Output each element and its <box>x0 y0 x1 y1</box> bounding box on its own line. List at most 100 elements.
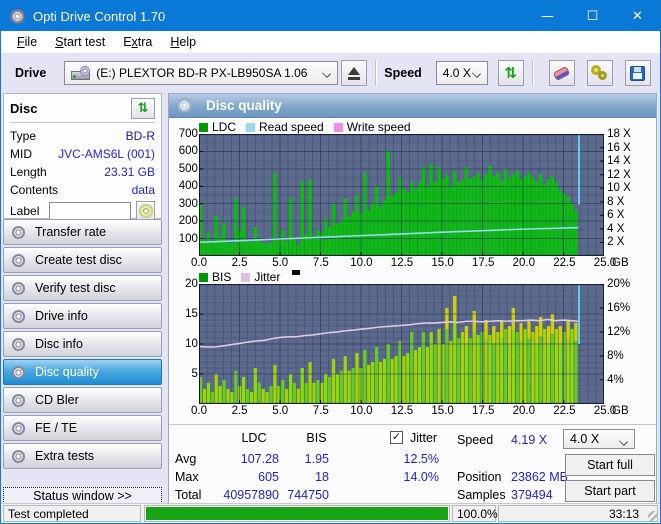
y-tick-label: 4% <box>607 374 624 386</box>
avg-ldc: 107.28 <box>209 452 279 466</box>
sidebar-item-disc-quality[interactable]: Disc quality <box>3 359 162 385</box>
start-full-button[interactable]: Start full <box>565 454 655 476</box>
refresh-button[interactable]: ⇅ <box>498 60 524 86</box>
sidebar-item-extra-tests[interactable]: Extra tests <box>3 443 162 469</box>
sidebar-item-label: Disc quality <box>35 365 99 379</box>
x-tick-label: 20.0 <box>513 257 535 269</box>
options-button[interactable] <box>587 60 613 86</box>
disc-field-value: JVC-AMS6L (001) <box>58 147 155 161</box>
legend-item: Write speed <box>334 120 411 134</box>
chevron-down-icon <box>619 437 628 446</box>
samples-stat-value: 379494 <box>511 488 553 502</box>
sidebar-item-label: Drive info <box>35 309 88 323</box>
x-axis-unit: GB <box>612 405 629 417</box>
menu-item-help[interactable]: Help <box>161 33 205 51</box>
speed-label: Speed <box>384 66 422 80</box>
legend-label: Read speed <box>259 120 324 134</box>
y-tick-label: 14 X <box>607 155 631 167</box>
jitter-checkbox[interactable]: ✓ <box>390 431 403 444</box>
x-tick-label: 7.5 <box>313 257 329 269</box>
sidebar-item-label: Extra tests <box>35 449 94 463</box>
panel-title: Disc quality <box>206 98 282 113</box>
x-tick-label: 0.0 <box>191 257 207 269</box>
status-window-button[interactable]: Status window >> <box>3 487 162 504</box>
cd-icon <box>12 450 25 463</box>
save-icon <box>630 66 645 81</box>
menu-item-file[interactable]: File <box>8 33 46 51</box>
sidebar-item-cd-bler[interactable]: CD Bler <box>3 387 162 413</box>
x-tick-label: 7.5 <box>313 405 329 417</box>
disc-field-mid: MID JVC-AMS6L (001) <box>10 145 155 163</box>
total-ldc: 40957890 <box>209 488 279 502</box>
y-axis-right: 20%16%12%8%4% <box>604 284 656 404</box>
start-part-button[interactable]: Start part <box>565 480 655 502</box>
y-tick-label: 16% <box>607 302 630 314</box>
disc-info-panel: Disc ⇅ TypeBD-R MID JVC-AMS6L (001) Length2… <box>3 93 162 219</box>
disc-field-label: Contents <box>10 183 58 197</box>
sidebar-item-fe-te[interactable]: FE / TE <box>3 415 162 441</box>
menu-item-start-test[interactable]: Start test <box>46 33 114 51</box>
y-tick-label: 500 <box>179 163 198 175</box>
disc-panel-title: Disc <box>10 101 37 116</box>
toolbar-separator <box>532 60 533 86</box>
y-tick-label: 12% <box>607 326 630 338</box>
app-window: Opti Drive Control 1.70 — ☐ ✕ FileStart … <box>0 0 661 524</box>
x-axis: 0.02.55.07.510.012.515.017.520.022.525.0… <box>169 404 656 420</box>
cd-icon <box>12 422 25 435</box>
legend-label: Jitter <box>254 270 280 284</box>
stats-header-jitter: Jitter <box>410 431 437 445</box>
resize-grip[interactable] <box>648 511 658 521</box>
drive-select[interactable]: (E:) PLEXTOR BD-R PX-LB950SA 1.06 <box>64 61 338 85</box>
sidebar: Disc ⇅ TypeBD-R MID JVC-AMS6L (001) Length2… <box>3 93 162 505</box>
menu-item-extra[interactable]: Extra <box>114 33 161 51</box>
y-tick-label: 2 X <box>607 236 624 248</box>
sidebar-item-drive-info[interactable]: Drive info <box>3 303 162 329</box>
test-speed-select[interactable]: 4.0 X <box>563 429 635 449</box>
x-tick-label: 5.0 <box>272 405 288 417</box>
cd-icon <box>12 282 25 295</box>
x-tick-label: 2.5 <box>232 257 248 269</box>
max-ldc: 605 <box>209 470 279 484</box>
sidebar-item-disc-info[interactable]: Disc info <box>3 331 162 357</box>
test-speed-value: 4.0 X <box>570 432 599 446</box>
sidebar-item-create-test-disc[interactable]: Create test disc <box>3 247 162 273</box>
x-tick-label: 12.5 <box>391 257 413 269</box>
stat-row-label: Avg <box>175 452 196 466</box>
erase-disc-button[interactable] <box>549 60 575 86</box>
cd-icon <box>12 310 25 323</box>
disc-label-input[interactable] <box>49 202 131 221</box>
y-tick-label: 15 <box>185 308 198 320</box>
sidebar-item-verify-test-disc[interactable]: Verify test disc <box>3 275 162 301</box>
chart-legend: BISJitter <box>199 270 656 284</box>
minimize-button[interactable]: — <box>525 1 570 31</box>
maximize-button[interactable]: ☐ <box>570 1 615 31</box>
eraser-icon <box>553 66 570 81</box>
legend-item: Read speed <box>246 120 324 134</box>
sidebar-item-label: FE / TE <box>35 421 77 435</box>
x-tick-label: 22.5 <box>553 405 575 417</box>
legend-swatch-icon <box>199 273 208 282</box>
disc-field-length: Length23.31 GB <box>10 163 155 181</box>
legend-black-marker <box>292 270 300 275</box>
close-button[interactable]: ✕ <box>615 1 660 31</box>
refresh-icon: ⇅ <box>505 66 518 81</box>
disc-field-type: TypeBD-R <box>10 127 155 145</box>
disc-field-value: data <box>132 183 155 197</box>
y-tick-label: 400 <box>179 180 198 192</box>
disc-refresh-button[interactable]: ⇅ <box>131 98 155 119</box>
y-tick-label: 20% <box>607 278 630 290</box>
chevron-down-icon <box>322 69 331 78</box>
y-tick-label: 300 <box>179 198 198 210</box>
disc-field-value: 23.31 GB <box>104 165 155 179</box>
sidebar-item-label: Transfer rate <box>35 225 106 239</box>
eject-button[interactable] <box>341 60 367 86</box>
stats-header-bis: BIS <box>289 431 344 445</box>
speed-select[interactable]: 4.0 X <box>436 61 488 85</box>
save-button[interactable] <box>625 60 651 86</box>
legend-item: LDC <box>199 120 236 134</box>
sidebar-item-transfer-rate[interactable]: Transfer rate <box>3 219 162 245</box>
elapsed-time: 33:13 <box>498 505 658 522</box>
bis-chart: BISJitter201510520%16%12%8%4%0.02.55.07.… <box>169 270 656 420</box>
disc-field-label: MID <box>10 147 32 161</box>
y-tick-label: 700 <box>179 128 198 140</box>
